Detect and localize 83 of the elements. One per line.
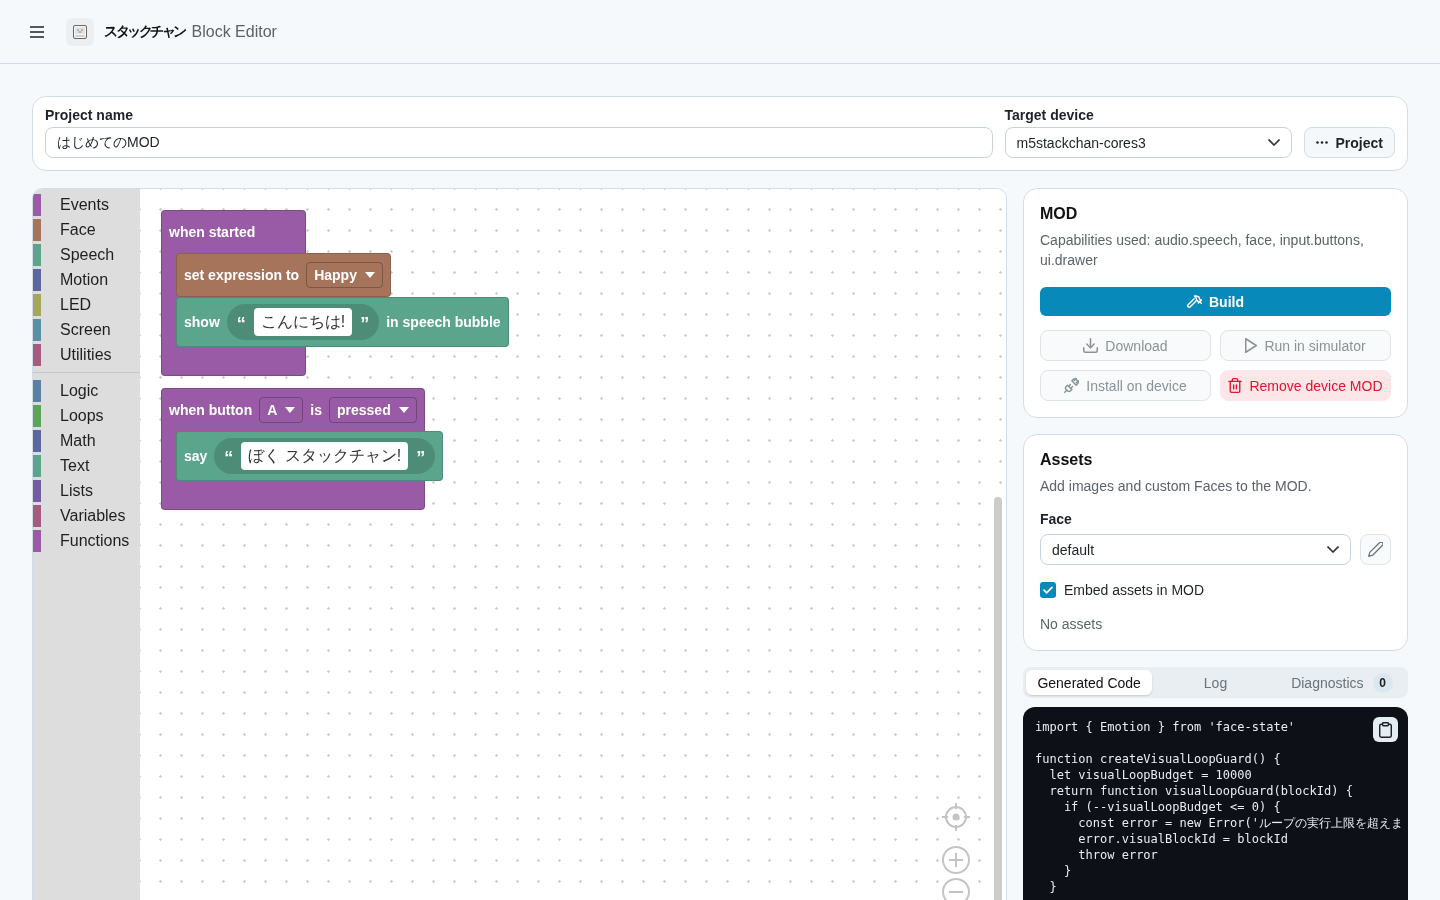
command-block[interactable]: show “ こんにちは! ” in speech bubble xyxy=(176,297,509,347)
command-block[interactable]: set expression to Happy xyxy=(176,253,391,297)
code-line: return function visualLoopGuard(blockId) { xyxy=(1048,783,1353,799)
plug-icon xyxy=(1064,378,1080,393)
download-icon xyxy=(1083,338,1099,353)
card-title: Assets xyxy=(1040,451,1094,469)
more-icon xyxy=(1315,141,1328,144)
toolbox-category[interactable]: LED xyxy=(33,292,140,317)
block-label: when button xyxy=(169,402,253,418)
project-menu-button[interactable]: Project xyxy=(1303,127,1395,158)
caret-icon xyxy=(364,272,375,278)
quote-mark: “ xyxy=(236,313,246,333)
quote-mark: ” xyxy=(416,447,426,467)
code-line: error.visualBlockId = blockId xyxy=(1077,831,1288,847)
trash-icon xyxy=(1228,378,1243,393)
chevron-icon xyxy=(1327,546,1339,553)
pencil-icon xyxy=(1368,542,1383,557)
brand-name: スタックチャン xyxy=(104,22,185,41)
empty-message: No assets xyxy=(1040,615,1104,634)
app-title: Block Editor xyxy=(191,22,277,41)
action-button[interactable]: Remove device MOD xyxy=(1220,370,1391,401)
toolbox-category[interactable]: Events xyxy=(33,192,140,217)
toolbox-category[interactable]: Face xyxy=(33,217,140,242)
block-dropdown[interactable]: Happy xyxy=(306,262,383,288)
toolbox-category[interactable]: Logic xyxy=(33,378,140,403)
toolbox-category[interactable]: Screen xyxy=(33,317,140,342)
checkbox-label: Embed assets in MOD xyxy=(1064,582,1205,598)
field-label: Target device xyxy=(1004,106,1095,124)
face-select[interactable]: default xyxy=(1040,534,1351,565)
action-button[interactable]: Build xyxy=(1040,287,1391,316)
text-field[interactable]: ぼく スタックチャン! xyxy=(241,442,409,470)
code-line: } xyxy=(1048,879,1057,895)
toolbox-category[interactable]: Lists xyxy=(33,478,140,503)
clipboard-icon xyxy=(1379,721,1392,738)
block-label: when started xyxy=(169,224,256,240)
command-block[interactable]: say “ ぼく スタックチャン! ” xyxy=(176,431,444,481)
toolbox-category[interactable]: Variables xyxy=(33,503,140,528)
code-line: function createVisualLoopGuard() { xyxy=(1035,751,1281,767)
project-name-field[interactable]: はじめてのMOD xyxy=(45,127,993,158)
quote-mark: ” xyxy=(360,313,370,333)
play-icon xyxy=(1245,338,1258,353)
code-line: throw error xyxy=(1077,847,1158,863)
block-label: is xyxy=(310,402,322,418)
checkbox[interactable] xyxy=(1040,582,1056,598)
toolbox-category[interactable]: Speech xyxy=(33,242,140,267)
card-description: Capabilities used: audio.speech, face, input.buttons, ui.drawer xyxy=(1040,231,1365,270)
caret-icon xyxy=(398,407,409,413)
card-title: MOD xyxy=(1040,205,1079,223)
code-line: const error = new Error('ループの実行上限を超えま xyxy=(1077,815,1403,831)
output-tab[interactable]: Log xyxy=(1152,670,1279,695)
output-tab[interactable]: Diagnostics 0 xyxy=(1278,670,1405,695)
code-line: } xyxy=(1062,863,1072,879)
scrollbar[interactable] xyxy=(994,497,1002,900)
field-label: Project name xyxy=(45,106,134,124)
monitor-icon xyxy=(66,17,94,46)
block-dropdown[interactable]: pressed xyxy=(329,397,417,423)
device-select[interactable]: m5stackchan-cores3 xyxy=(1004,127,1292,158)
block-label: set expression to xyxy=(184,267,300,283)
toolbox-category[interactable]: Motion xyxy=(33,267,140,292)
edit-button[interactable] xyxy=(1360,534,1391,565)
card-description: Add images and custom Faces to the MOD. xyxy=(1040,477,1313,496)
toolbox-category[interactable]: Utilities xyxy=(33,342,140,367)
block-label: in speech bubble xyxy=(386,314,501,330)
hammer-icon xyxy=(1187,294,1202,309)
toolbox-category[interactable]: Math xyxy=(33,428,140,453)
menu-icon[interactable] xyxy=(30,25,44,38)
output-tab[interactable]: Generated Code xyxy=(1026,670,1153,695)
code-line: let visualLoopBudget = 10000 xyxy=(1048,767,1252,783)
block-dropdown[interactable]: A xyxy=(259,397,304,423)
field-label: Face xyxy=(1040,510,1073,528)
toolbox-category[interactable]: Text xyxy=(33,453,140,478)
block-label: show xyxy=(184,314,220,330)
chevron-icon xyxy=(1267,139,1280,146)
quote-mark: “ xyxy=(224,447,234,467)
copy-button[interactable] xyxy=(1373,717,1398,742)
text-field[interactable]: こんにちは! xyxy=(253,308,353,336)
code-line: import { Emotion } from 'face-state' xyxy=(1035,719,1296,735)
toolbox-category[interactable]: Functions xyxy=(33,528,140,553)
caret-icon xyxy=(285,407,296,413)
code-line: if (--visualLoopBudget <= 0) { xyxy=(1062,799,1281,815)
count-badge: 0 xyxy=(1372,672,1393,693)
block-label: say xyxy=(184,448,208,464)
toolbox-category[interactable]: Loops xyxy=(33,403,140,428)
